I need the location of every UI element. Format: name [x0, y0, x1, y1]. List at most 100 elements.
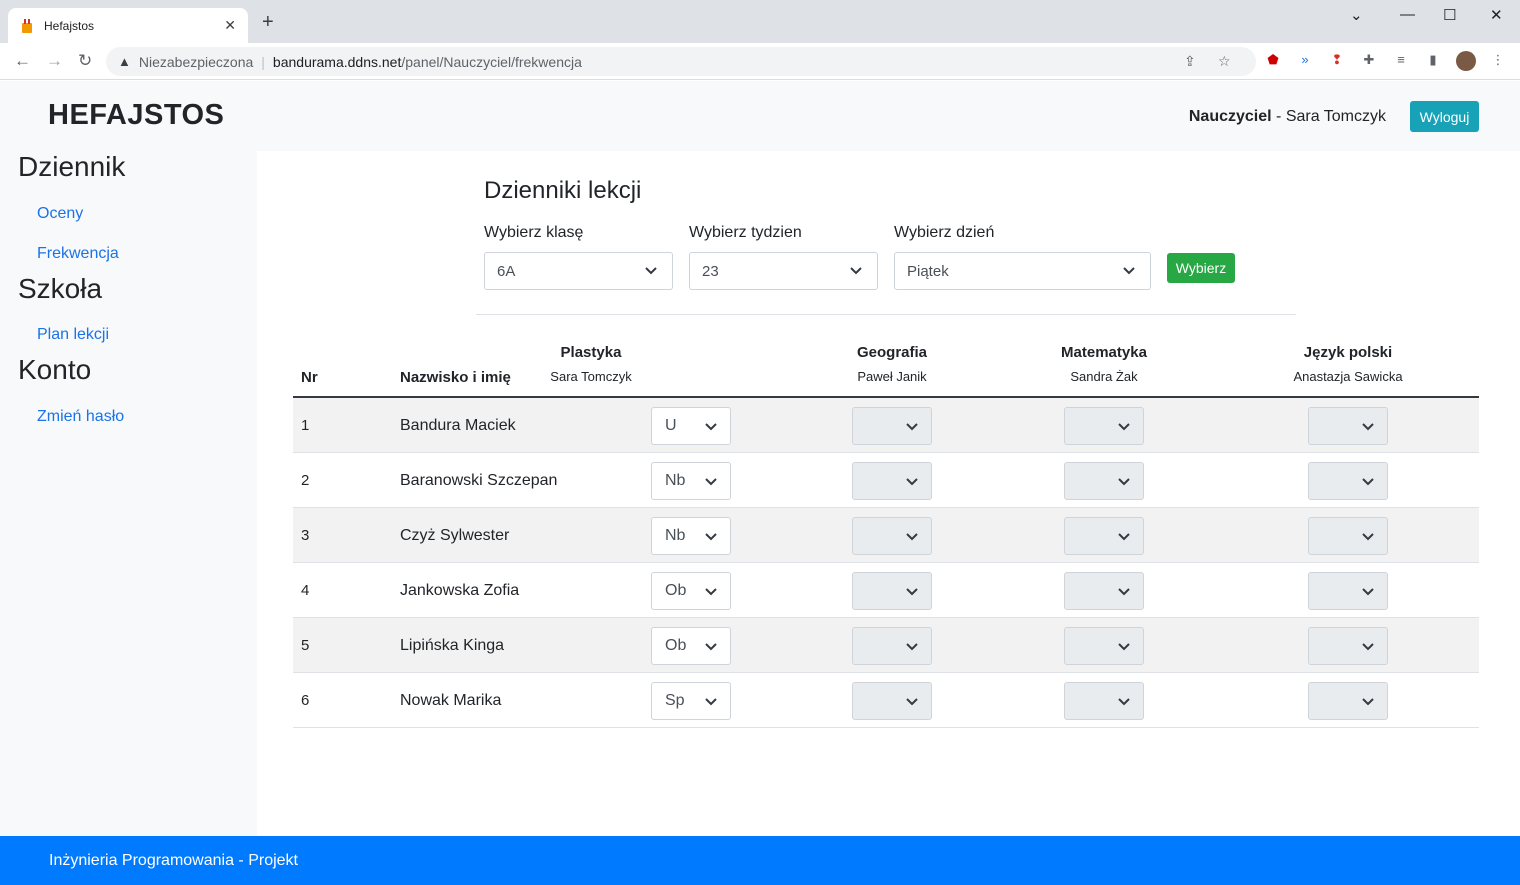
chevron-down-icon — [645, 267, 657, 275]
row-number: 5 — [301, 637, 310, 654]
table-row: 1 Bandura Maciek U — [293, 398, 1479, 453]
chevron-down-icon — [906, 423, 918, 431]
extensions-puzzle-icon[interactable]: ✚ — [1361, 52, 1377, 68]
chevron-down-icon — [906, 698, 918, 706]
browser-tabbar: Hefajstos ✕ + ⌄ — ☐ ✕ — [0, 0, 1520, 43]
warning-icon: ▲ — [118, 54, 131, 69]
divider — [476, 314, 1296, 315]
col-header-teacher: Sandra Żak — [1070, 369, 1138, 384]
chevron-down-icon — [1362, 533, 1374, 541]
attendance-select-disabled — [1064, 407, 1144, 445]
attendance-select-disabled — [1308, 517, 1388, 555]
side-panel-icon[interactable]: ▮ — [1425, 52, 1441, 68]
sidebar-item-oceny[interactable]: Oceny — [37, 205, 83, 223]
chevron-down-icon — [906, 478, 918, 486]
hefajstos-favicon-icon — [22, 18, 32, 33]
url-path: /panel/Nauczyciel/frekwencja — [401, 53, 582, 70]
col-header-subject: Plastyka — [560, 344, 622, 361]
col-header-nr: Nr — [301, 369, 318, 386]
brand-logo[interactable]: HEFAJSTOS — [48, 99, 224, 132]
day-select-value: Piątek — [907, 262, 949, 280]
attendance-select-plastyka[interactable]: U — [651, 407, 731, 445]
week-select[interactable]: 23 — [689, 252, 878, 290]
chevron-down-icon — [1123, 267, 1135, 275]
new-tab-icon[interactable]: + — [262, 12, 274, 32]
sidebar-item-frekwencja[interactable]: Frekwencja — [37, 245, 119, 263]
chevron-down-icon — [1362, 478, 1374, 486]
maximize-icon[interactable]: ☐ — [1443, 6, 1456, 24]
insecure-label: Niezabezpieczona — [138, 53, 254, 70]
chevron-down-icon — [705, 588, 717, 596]
bookmark-star-icon[interactable]: ☆ — [1218, 53, 1231, 70]
table-row: 6 Nowak Marika Sp — [293, 673, 1479, 728]
user-info: Nauczyciel - Sara Tomczyk — [1189, 108, 1386, 126]
select-submit-button[interactable]: Wybierz — [1167, 253, 1235, 283]
sidebar-item-zmien-haslo[interactable]: Zmień hasło — [37, 408, 124, 426]
browser-tab[interactable]: Hefajstos ✕ — [8, 8, 248, 43]
extension-wave-icon[interactable]: » — [1297, 52, 1313, 68]
week-select-value: 23 — [702, 262, 719, 280]
attendance-select-disabled — [852, 682, 932, 720]
extension-red-icon[interactable]: ❢ — [1329, 52, 1345, 68]
attendance-select-disabled — [1308, 462, 1388, 500]
attendance-select-disabled — [1064, 462, 1144, 500]
attendance-value: Nb — [665, 527, 686, 544]
sidebar-heading-dziennik: Dziennik — [18, 151, 126, 182]
row-number: 2 — [301, 472, 310, 489]
attendance-value: Sp — [665, 692, 685, 709]
tab-close-icon[interactable]: ✕ — [224, 17, 236, 34]
chevron-down-icon — [705, 423, 717, 431]
chevron-down-icon — [906, 533, 918, 541]
share-icon[interactable]: ⇪ — [1184, 53, 1196, 70]
attendance-select-plastyka[interactable]: Nb — [651, 462, 731, 500]
attendance-select-plastyka[interactable]: Ob — [651, 627, 731, 665]
day-select[interactable]: Piątek — [894, 252, 1151, 290]
table-row: 2 Baranowski Szczepan Nb — [293, 453, 1479, 508]
col-header-subject: Matematyka — [1061, 344, 1147, 361]
browser-menu-icon[interactable]: ⋮ — [1490, 52, 1506, 68]
student-name: Czyż Sylwester — [400, 527, 510, 544]
chevron-down-icon — [1118, 533, 1130, 541]
chevron-down-icon — [906, 643, 918, 651]
tab-search-icon[interactable]: ⌄ — [1350, 6, 1363, 24]
minimize-icon[interactable]: — — [1400, 6, 1415, 23]
chevron-down-icon — [1118, 698, 1130, 706]
col-header-teacher: Anastazja Sawicka — [1293, 369, 1403, 384]
attendance-select-disabled — [852, 407, 932, 445]
table-row: 4 Jankowska Zofia Ob — [293, 563, 1479, 618]
back-icon[interactable]: ← — [14, 51, 31, 71]
close-window-icon[interactable]: ✕ — [1490, 6, 1503, 24]
attendance-select-plastyka[interactable]: Sp — [651, 682, 731, 720]
attendance-value: Ob — [665, 582, 687, 599]
student-name: Lipińska Kinga — [400, 637, 505, 654]
reading-list-icon[interactable]: ≡ — [1393, 52, 1409, 68]
chevron-down-icon — [1118, 423, 1130, 431]
reload-icon[interactable]: ↻ — [78, 51, 92, 71]
forward-icon[interactable]: → — [46, 51, 63, 71]
attendance-select-disabled — [1308, 572, 1388, 610]
sidebar-item-plan-lekcji[interactable]: Plan lekcji — [37, 326, 109, 344]
profile-avatar[interactable] — [1456, 51, 1476, 71]
chevron-down-icon — [1362, 423, 1374, 431]
logout-button[interactable]: Wyloguj — [1410, 101, 1479, 132]
sidebar-heading-konto: Konto — [18, 354, 92, 385]
attendance-select-plastyka[interactable]: Nb — [651, 517, 731, 555]
week-select-label: Wybierz tydzien — [689, 224, 802, 241]
attendance-select-disabled — [1064, 572, 1144, 610]
page-title: Dzienniki lekcji — [484, 177, 642, 204]
attendance-select-plastyka[interactable]: Ob — [651, 572, 731, 610]
chevron-down-icon — [705, 698, 717, 706]
class-select[interactable]: 6A — [484, 252, 673, 290]
attendance-select-disabled — [1308, 407, 1388, 445]
row-number: 4 — [301, 582, 310, 599]
address-bar[interactable]: ▲ Niezabezpieczona | bandurama.ddns.net … — [106, 47, 1256, 76]
chevron-down-icon — [906, 588, 918, 596]
row-number: 6 — [301, 692, 310, 709]
class-select-label: Wybierz klasę — [484, 224, 584, 241]
ublock-icon[interactable]: ⬟ — [1265, 52, 1281, 68]
footer: Inżynieria Programowania - Projekt — [0, 836, 1520, 885]
row-number: 1 — [301, 417, 310, 434]
student-name: Nowak Marika — [400, 692, 502, 709]
user-role: Nauczyciel — [1188, 108, 1272, 125]
col-header-teacher: Sara Tomczyk — [550, 369, 632, 384]
